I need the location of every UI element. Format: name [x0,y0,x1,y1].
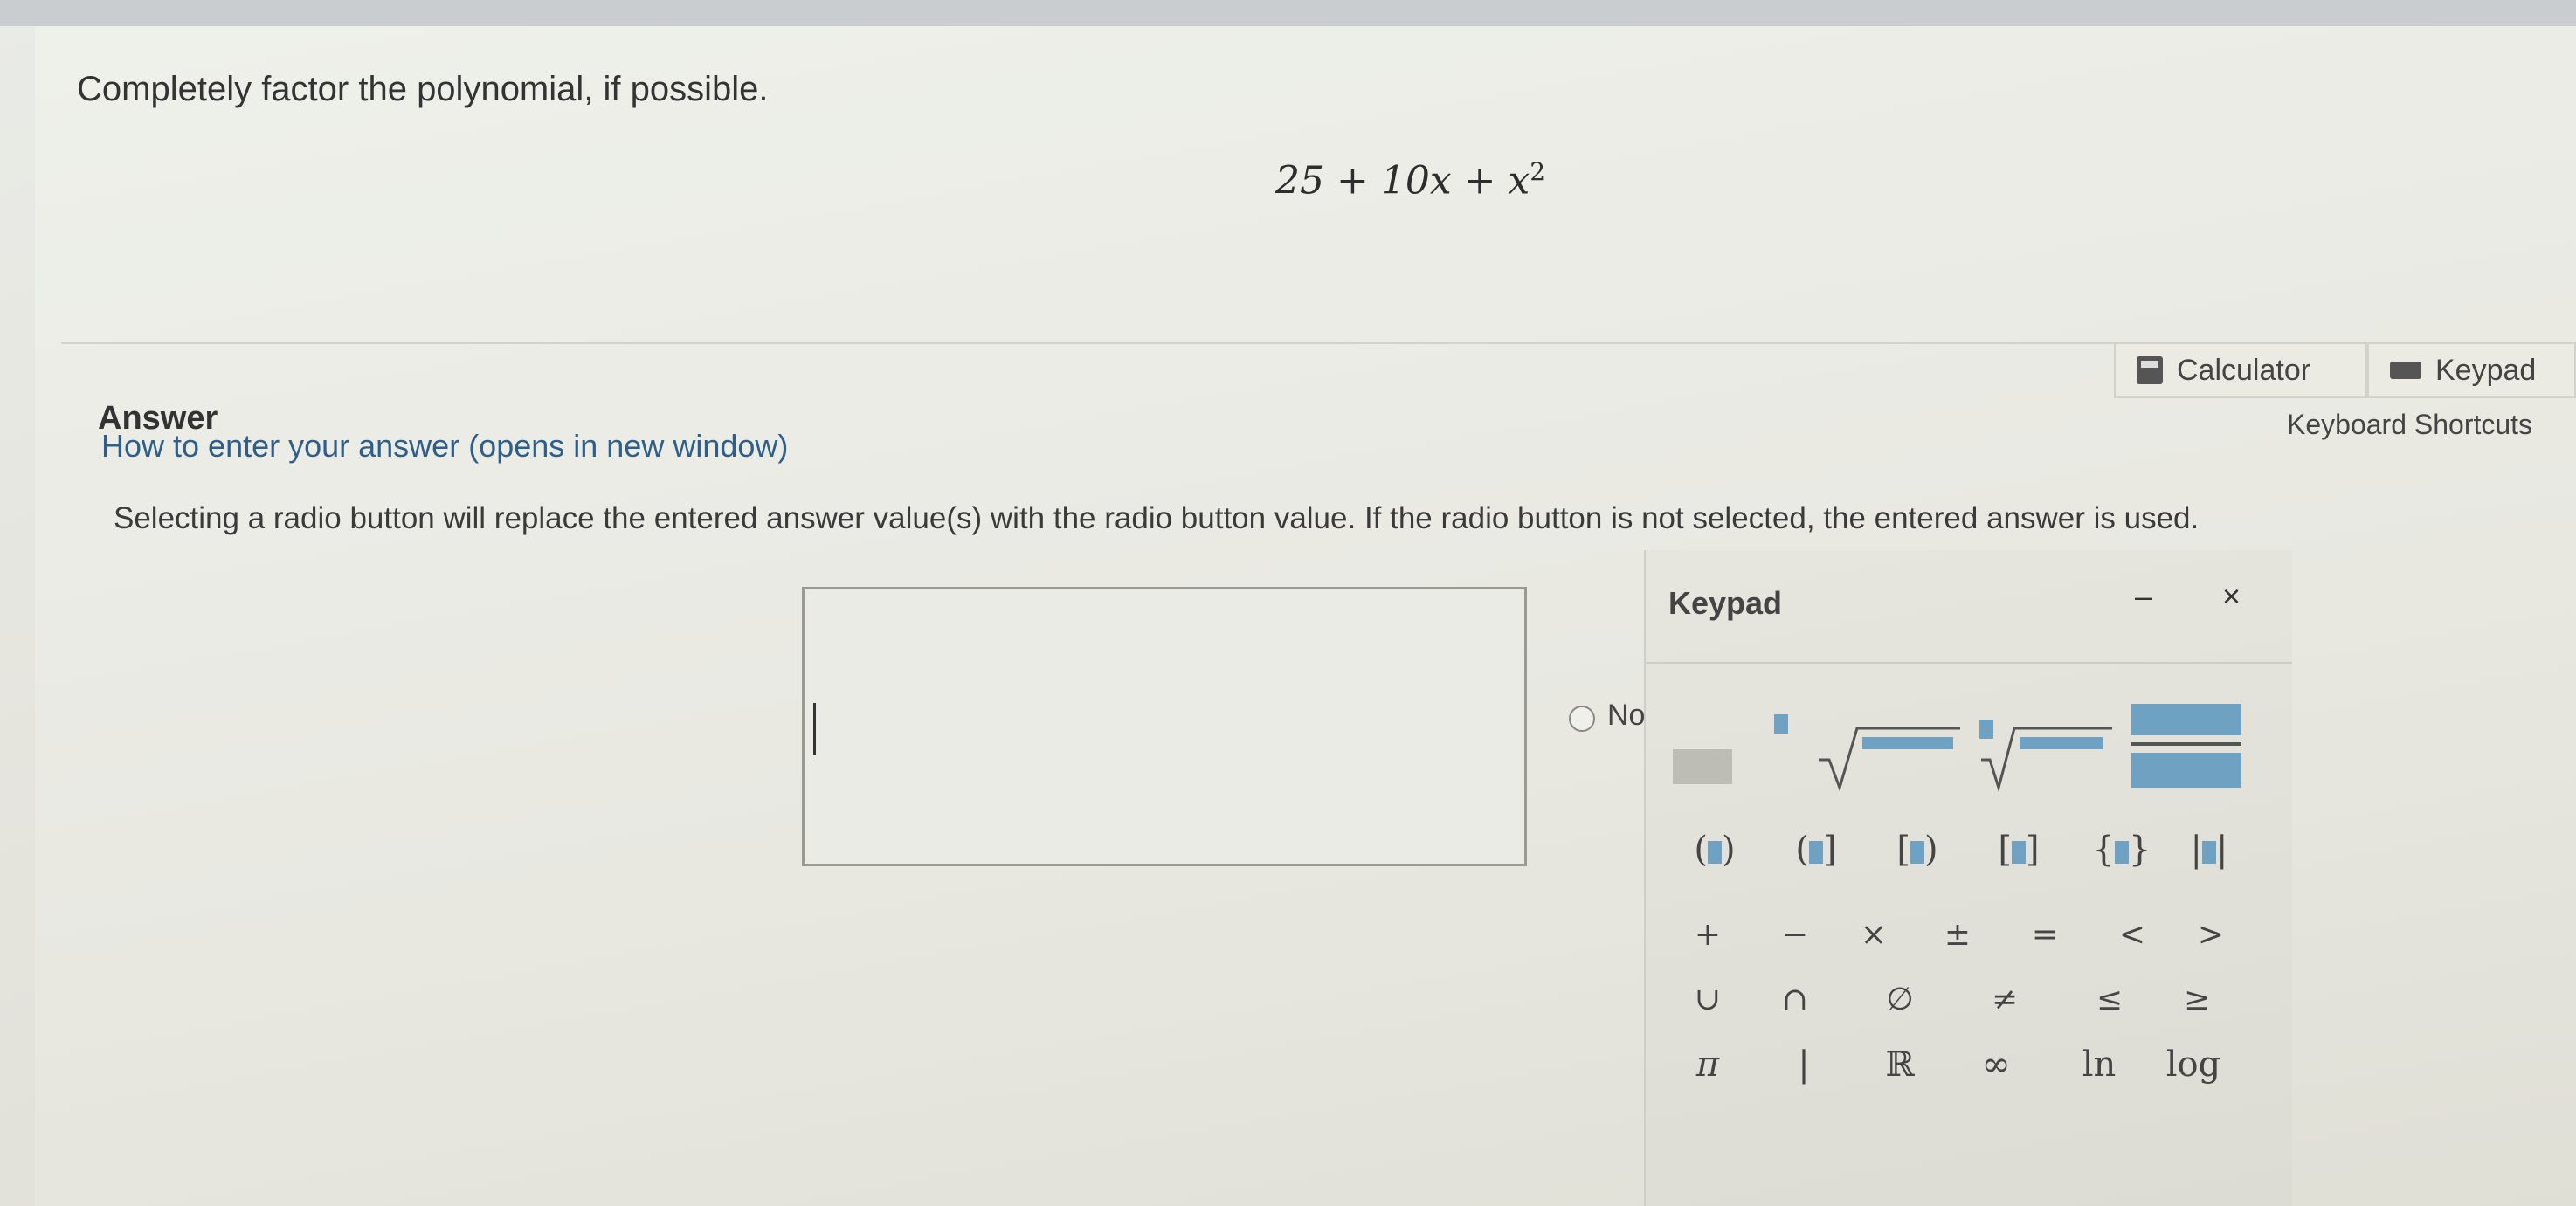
absolute-value-key[interactable]: | | [2170,830,2248,870]
formula-exponent: 2 [1530,157,1546,186]
minimize-button[interactable]: – [2135,578,2152,615]
square-root-key[interactable] [1815,714,1964,793]
bracket-open: | [2190,830,2202,870]
greater-than-key[interactable]: > [2172,917,2250,953]
no-solution-radio-label: No [1607,699,1646,732]
placeholder-square [1809,841,1823,864]
formula-base: 25 + 10x + x [1275,158,1530,203]
keypad-title: Keypad [1668,585,1783,621]
nth-root-icon [1979,720,2112,793]
fraction-key[interactable] [2128,699,2245,795]
intersection-key[interactable]: ∩ [1756,982,1834,1017]
equals-key[interactable]: = [2006,917,2084,953]
open-open-interval-key[interactable]: () [1675,830,1754,870]
fraction-icon [2131,704,2241,788]
not-equal-key[interactable]: ≠ [1965,982,2044,1017]
closed-open-interval-key[interactable]: [) [1878,830,1957,870]
close-icon[interactable]: × [2222,578,2241,615]
closed-closed-interval-key[interactable]: [] [1979,830,2058,870]
greater-equal-key[interactable]: ≥ [2158,982,2236,1017]
question-prompt: Completely factor the polynomial, if pos… [77,70,769,108]
placeholder-square [1910,841,1924,864]
no-solution-radio[interactable] [1569,706,1595,732]
union-key[interactable]: ∪ [1668,982,1747,1017]
polynomial-formula: 25 + 10x + x2 [1275,157,1545,203]
browser-top-strip [0,0,2576,26]
answer-input[interactable] [802,587,1527,866]
keyboard-icon [2390,362,2421,379]
calculator-icon [2137,356,2163,384]
less-equal-key[interactable]: ≤ [2070,982,2149,1017]
less-than-key[interactable]: < [2093,917,2172,953]
log-key[interactable]: log [2154,1044,2233,1085]
times-key[interactable]: × [1834,917,1913,953]
placeholder-square [2202,841,2216,864]
empty-set-key[interactable]: ∅ [1861,982,1939,1017]
superscript-key[interactable] [1673,714,1804,793]
text-caret [813,703,816,755]
keypad-button[interactable]: Keypad [2367,342,2576,398]
keyboard-shortcuts-link[interactable]: Keyboard Shortcuts [2287,409,2532,441]
base-placeholder [1673,749,1732,784]
bracket-open: [ [1896,830,1910,870]
bracket-close: ] [1823,830,1837,870]
nth-root-key[interactable] [1976,714,2116,793]
infinity-key[interactable]: ∞ [1957,1044,2035,1085]
how-to-enter-link[interactable]: How to enter your answer (opens in new w… [101,428,788,465]
bracket-open: ( [1694,830,1708,870]
pi-key[interactable]: π [1668,1044,1747,1085]
set-braces-key[interactable]: {} [2082,830,2161,870]
placeholder-square [2115,841,2129,864]
radio-instructions: Selecting a radio button will replace th… [114,501,2200,535]
bracket-open: ( [1795,830,1809,870]
placeholder-square [1708,841,1722,864]
plus-key[interactable]: + [1668,917,1747,953]
keypad-label: Keypad [2435,353,2537,387]
open-closed-interval-key[interactable]: (] [1777,830,1855,870]
bracket-close: ) [1722,830,1736,870]
bracket-close: ) [1924,830,1938,870]
minus-key[interactable]: − [1756,917,1834,953]
plus-minus-key[interactable]: ± [1918,917,1997,953]
bracket-close: | [2216,830,2228,870]
bracket-close: } [2129,830,2151,870]
exponent-placeholder [1774,714,1788,734]
ln-key[interactable]: ln [2060,1044,2138,1085]
bracket-open: [ [1998,830,2012,870]
bracket-open: { [2092,830,2115,870]
keypad-header: Keypad – × [1646,578,2292,646]
keypad-divider [1646,662,2292,664]
calculator-button[interactable]: Calculator [2114,342,2367,398]
keypad-panel: Keypad – × [1644,550,2292,1206]
bracket-close: ] [2026,830,2040,870]
placeholder-square [2012,841,2026,864]
real-numbers-key[interactable]: ℝ [1861,1044,1939,1085]
calculator-label: Calculator [2177,353,2311,387]
sqrt-icon [1819,727,1960,792]
such-that-key[interactable]: | [1765,1044,1843,1085]
